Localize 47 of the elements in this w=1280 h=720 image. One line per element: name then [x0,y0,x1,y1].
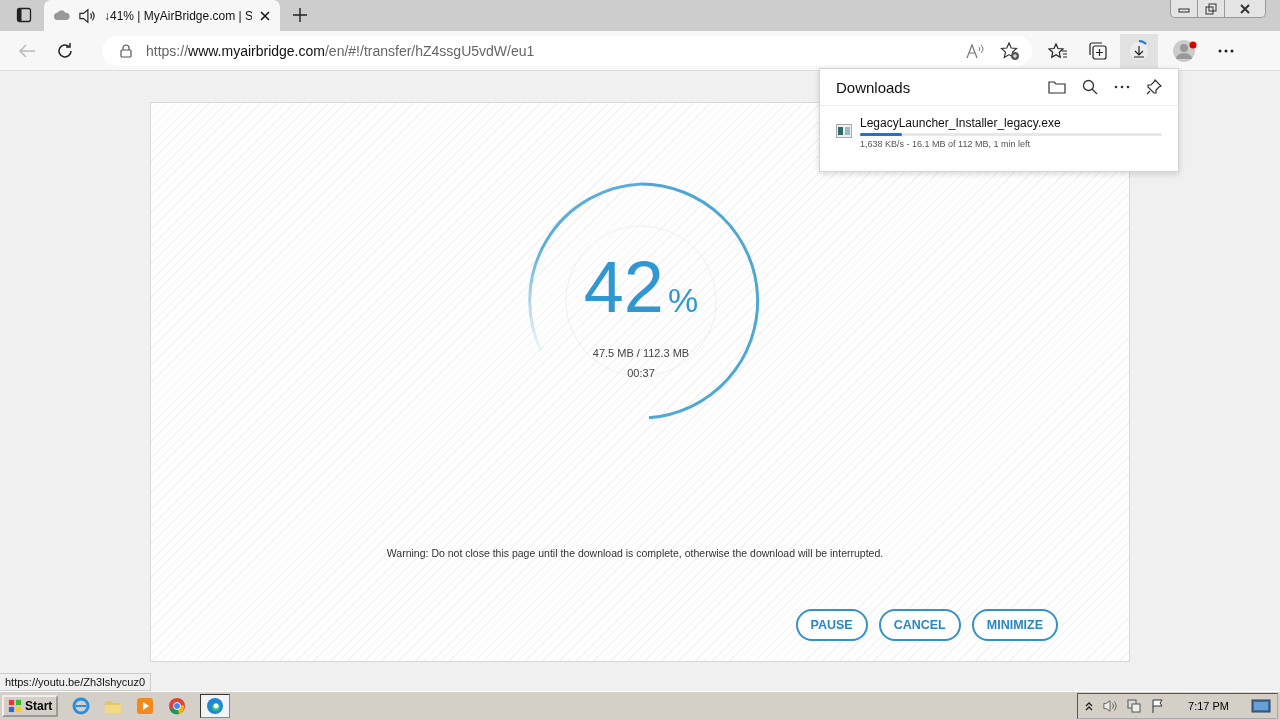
add-favorite-icon[interactable] [1000,40,1020,61]
lock-icon [120,43,132,58]
caret-icon[interactable] [1084,701,1095,711]
more-icon[interactable] [1218,48,1234,53]
action-button[interactable]: CANCEL [878,609,961,641]
profile-avatar-icon[interactable] [1172,37,1198,64]
transferred-size: 47.5 MB / 112.3 MB [592,347,690,359]
remaining-time: 00:37 [627,367,655,379]
restore-icon [1205,2,1217,15]
browser-tab[interactable]: ↓41% | MyAirBridge.com | S [44,0,280,31]
url-text: https://www.myairbridge.com/en/#!/transfer/hZ4ssgU5vdW/eu1 [146,42,535,59]
more-icon[interactable] [1114,85,1130,89]
read-aloud-icon[interactable] [966,42,986,59]
tab-actions-icon[interactable] [16,7,32,23]
file-name[interactable]: LegacyLauncher_Installer_legacy.exe [860,116,1162,130]
clock: 7:17 PM [1188,700,1229,712]
status-url: https://youtu.be/Zh3lshycuz0 [0,673,152,691]
address-bar[interactable]: https://www.myairbridge.com/en/#!/transfer/hZ4ssgU5vdW/eu1 [102,35,1032,66]
pin-icon[interactable] [1146,79,1162,95]
percent-value: 42 [583,249,664,325]
show-desktop-icon[interactable] [1251,698,1271,714]
action-button[interactable]: PAUSE [795,609,868,641]
action-button[interactable]: MINIMIZE [971,609,1058,641]
chrome-icon[interactable] [168,697,187,715]
start-button[interactable]: Start [2,695,59,717]
downloads-button[interactable] [1120,33,1158,68]
percent-sign: % [667,281,699,320]
tab-title: ↓41% | MyAirBridge.com | S [104,8,252,23]
file-icon [836,124,852,138]
favorites-icon[interactable] [1048,41,1068,60]
collections-icon[interactable] [1088,40,1108,61]
windows-logo-icon [8,699,22,713]
new-tab-icon[interactable] [292,7,308,23]
download-icon [1127,38,1151,63]
speaker-icon[interactable] [78,7,96,24]
close-icon[interactable] [260,10,270,21]
edge-icon [206,697,225,715]
cloud-icon [54,10,70,21]
edge-taskbar-button[interactable] [200,694,231,718]
warning-message: Warning: Do not close this page until the download is complete, otherwise the download will be interrupted. [386,547,884,559]
panel-title: Downloads [836,78,911,96]
network-icon[interactable] [1126,698,1143,714]
reload-icon[interactable] [56,41,74,60]
close-icon [1239,2,1251,15]
search-icon[interactable] [1082,79,1098,95]
download-status: 1,638 KB/s - 16.1 MB of 112 MB, 1 min left [860,139,1031,149]
folder-icon[interactable] [1048,80,1066,94]
